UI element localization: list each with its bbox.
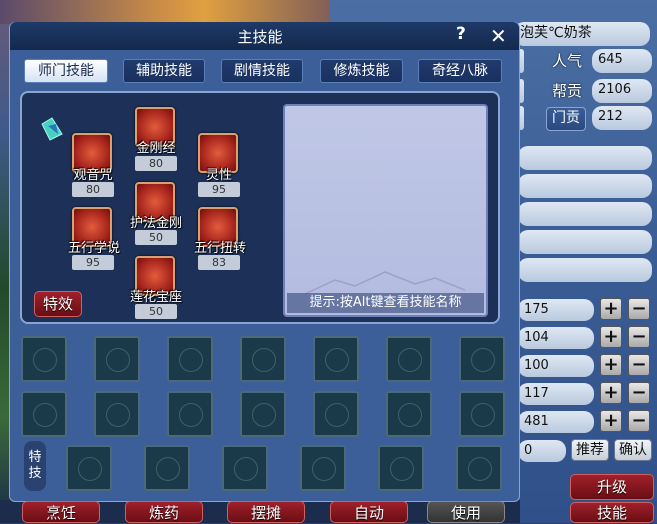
- popularity-label: 人气: [552, 52, 583, 70]
- minus-button[interactable]: −: [628, 326, 650, 348]
- info-field: [518, 258, 652, 282]
- close-icon[interactable]: ✕: [490, 24, 507, 48]
- skill-name: 五行学说: [67, 241, 120, 256]
- special-skill-slot[interactable]: [300, 445, 346, 491]
- special-skill-slot[interactable]: [66, 445, 112, 491]
- skill-level: 50: [135, 230, 177, 245]
- attribute-value: 104: [518, 327, 594, 349]
- info-field: [518, 202, 652, 226]
- skill-level: 95: [72, 255, 114, 270]
- skill-slot[interactable]: [313, 336, 359, 382]
- auto-button[interactable]: 自动: [330, 501, 408, 523]
- skill-slot[interactable]: [459, 336, 505, 382]
- skill-level: 83: [198, 255, 240, 270]
- attribute-value: 117: [518, 383, 594, 405]
- skill-slot[interactable]: [386, 336, 432, 382]
- alchemy-button[interactable]: 炼药: [125, 501, 203, 523]
- minus-button[interactable]: −: [628, 354, 650, 376]
- skill-description-box: [283, 104, 488, 317]
- popularity-value: 645: [592, 49, 652, 73]
- info-field: [518, 146, 652, 170]
- minus-button[interactable]: −: [628, 298, 650, 320]
- minus-button[interactable]: −: [628, 382, 650, 404]
- skill-slot[interactable]: [21, 336, 67, 382]
- skill-name: 莲花宝座: [129, 290, 182, 305]
- recommend-button[interactable]: 推荐: [571, 439, 609, 461]
- special-skill-slot[interactable]: [378, 445, 424, 491]
- stall-button[interactable]: 摆摊: [227, 501, 305, 523]
- plus-button[interactable]: +: [600, 410, 622, 432]
- skill-name: 观音咒: [73, 168, 113, 183]
- plus-button[interactable]: +: [600, 326, 622, 348]
- tab-cultivation-skills[interactable]: 修炼技能: [320, 59, 403, 83]
- skill-level: 95: [198, 182, 240, 197]
- skill-slot[interactable]: [167, 391, 213, 437]
- special-skill-slot[interactable]: [456, 445, 502, 491]
- skill-level: 80: [135, 156, 177, 171]
- skill-slot[interactable]: [167, 336, 213, 382]
- help-icon[interactable]: ?: [456, 24, 466, 44]
- skill-slot[interactable]: [240, 336, 286, 382]
- description-hint: 提示:按Alt键查看技能名称: [287, 293, 484, 313]
- crystal-icon: [41, 117, 63, 141]
- skill-level: 80: [72, 182, 114, 197]
- character-name-field: 泡芙℃奶茶: [514, 22, 650, 46]
- cooking-button[interactable]: 烹饪: [22, 501, 100, 523]
- skill-slot[interactable]: [313, 391, 359, 437]
- info-field: [518, 174, 652, 198]
- plus-button[interactable]: +: [600, 382, 622, 404]
- tab-meridians[interactable]: 奇经八脉: [418, 59, 502, 83]
- minus-button[interactable]: −: [628, 410, 650, 432]
- special-skill-slot[interactable]: [144, 445, 190, 491]
- guild-contribution-value: 2106: [592, 79, 652, 103]
- skill-slot[interactable]: [21, 391, 67, 437]
- attribute-value: 481: [518, 411, 594, 433]
- tab-sect-skills[interactable]: 师门技能: [24, 59, 108, 83]
- attribute-value: 100: [518, 355, 594, 377]
- special-skills-label: 特技: [24, 441, 46, 491]
- plus-button[interactable]: +: [600, 298, 622, 320]
- tab-support-skills[interactable]: 辅助技能: [123, 59, 205, 83]
- sect-contribution-value: 212: [592, 106, 652, 130]
- skill-name: 护法金刚: [129, 216, 182, 231]
- upgrade-button[interactable]: 升级: [570, 474, 654, 500]
- skills-button[interactable]: 技能: [570, 502, 654, 523]
- guild-contribution-label: 帮贡: [552, 82, 583, 100]
- background-scene-top: [0, 0, 340, 24]
- skill-slot[interactable]: [459, 391, 505, 437]
- remaining-points-field: 0: [518, 440, 566, 462]
- use-button[interactable]: 使用: [427, 501, 505, 523]
- skill-level: 50: [135, 304, 177, 319]
- effects-button[interactable]: 特效: [34, 291, 82, 317]
- skill-slot[interactable]: [94, 391, 140, 437]
- skill-slot[interactable]: [386, 391, 432, 437]
- attribute-value: 175: [518, 299, 594, 321]
- plus-button[interactable]: +: [600, 354, 622, 376]
- skill-name: 五行扭转: [193, 241, 246, 256]
- tab-story-skills[interactable]: 剧情技能: [221, 59, 303, 83]
- confirm-button[interactable]: 确认: [614, 439, 652, 461]
- mountain-decoration: [305, 271, 465, 295]
- skill-name: 金刚经: [136, 141, 176, 156]
- sect-contribution-button[interactable]: 门贡: [546, 107, 586, 131]
- skill-slot[interactable]: [240, 391, 286, 437]
- special-skill-slot[interactable]: [222, 445, 268, 491]
- dialog-title: 主技能: [237, 28, 283, 46]
- skill-slot[interactable]: [94, 336, 140, 382]
- skill-name: 灵性: [205, 168, 232, 183]
- info-field: [518, 230, 652, 254]
